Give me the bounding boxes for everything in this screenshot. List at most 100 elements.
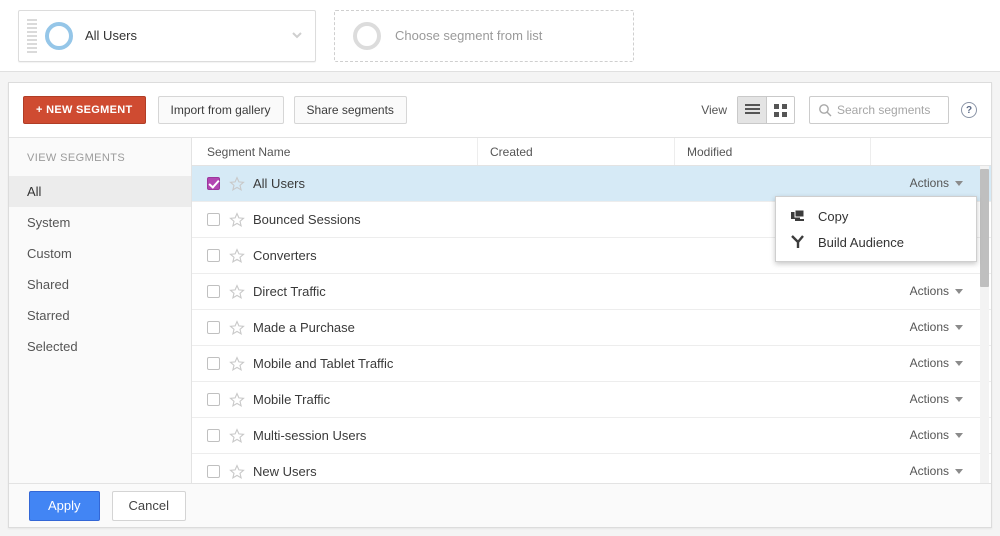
row-segment-name: Mobile Traffic — [253, 392, 331, 407]
column-header-segment-name: Segment Name — [207, 145, 291, 159]
star-icon[interactable] — [229, 319, 245, 336]
caret-down-icon — [955, 432, 963, 438]
table-row[interactable]: Made a Purchase Actions — [192, 310, 991, 346]
row-checkbox[interactable] — [207, 321, 220, 334]
new-segment-button[interactable]: + NEW SEGMENT — [23, 96, 146, 124]
column-header-actions — [870, 138, 991, 165]
row-checkbox[interactable] — [207, 429, 220, 442]
caret-down-icon — [955, 324, 963, 330]
caret-down-icon — [955, 360, 963, 366]
row-segment-name: Made a Purchase — [253, 320, 355, 335]
segment-ring-empty-icon — [353, 21, 381, 50]
row-segment-name: New Users — [253, 464, 317, 479]
segment-bar: All Users Choose segment from list — [0, 0, 1000, 72]
row-checkbox[interactable] — [207, 249, 220, 262]
sidebar-heading: VIEW SEGMENTS — [27, 152, 126, 164]
selected-segment-chip[interactable]: All Users — [18, 9, 316, 62]
column-header-created: Created — [477, 138, 674, 165]
sidebar-item-selected[interactable]: Selected — [9, 331, 191, 362]
sidebar-item-custom[interactable]: Custom — [9, 238, 191, 269]
table-row[interactable]: Mobile Traffic Actions — [192, 382, 991, 418]
panel-body: VIEW SEGMENTS All System Custom Shared S… — [9, 137, 991, 485]
caret-down-icon — [955, 288, 963, 294]
grid-view-icon[interactable] — [766, 97, 794, 123]
caret-down-icon — [955, 396, 963, 402]
table-row[interactable]: Direct Traffic Actions — [192, 274, 991, 310]
row-checkbox[interactable] — [207, 465, 220, 478]
row-segment-name: Direct Traffic — [253, 284, 326, 299]
row-actions-label: Actions — [909, 392, 949, 406]
table-row[interactable]: Mobile and Tablet Traffic Actions — [192, 346, 991, 382]
star-icon[interactable] — [229, 211, 245, 228]
row-actions-button[interactable]: Actions — [910, 176, 963, 190]
star-icon[interactable] — [229, 463, 245, 480]
row-actions-label: Actions — [909, 284, 949, 298]
star-icon[interactable] — [229, 175, 245, 192]
help-icon[interactable]: ? — [961, 102, 977, 118]
menu-item-copy-label: Copy — [818, 208, 849, 224]
row-segment-name: Converters — [253, 248, 317, 263]
row-segment-name: Bounced Sessions — [253, 212, 361, 227]
row-checkbox[interactable] — [207, 177, 220, 190]
table-rows: All Users Actions Bounced Sessions Conve… — [192, 166, 991, 485]
row-actions-button[interactable]: Actions — [910, 284, 963, 298]
star-icon[interactable] — [229, 355, 245, 372]
search-icon — [818, 103, 832, 117]
segment-ring-icon — [45, 21, 73, 50]
row-actions-button[interactable]: Actions — [910, 428, 963, 442]
row-actions-button[interactable]: Actions — [910, 464, 963, 478]
star-icon[interactable] — [229, 247, 245, 264]
share-segments-button[interactable]: Share segments — [293, 96, 407, 124]
chevron-down-icon[interactable] — [291, 29, 303, 41]
panel-footer: Apply Cancel — [9, 483, 991, 527]
star-icon[interactable] — [229, 391, 245, 408]
import-from-gallery-button[interactable]: Import from gallery — [157, 96, 284, 124]
row-actions-button[interactable]: Actions — [910, 392, 963, 406]
row-checkbox[interactable] — [207, 285, 220, 298]
row-segment-name: All Users — [253, 176, 306, 191]
menu-item-build-audience[interactable]: Build Audience — [776, 229, 976, 255]
row-actions-label: Actions — [909, 320, 949, 334]
choose-segment-chip[interactable]: Choose segment from list — [334, 9, 634, 62]
row-segment-name: Multi-session Users — [253, 428, 367, 443]
table-header-row: Segment Name Created Modified — [192, 138, 991, 166]
row-actions-label: Actions — [909, 464, 949, 478]
toolbar: + NEW SEGMENT Import from gallery Share … — [9, 83, 991, 137]
table-scrollbar[interactable] — [980, 166, 989, 485]
menu-item-copy[interactable]: Copy — [776, 203, 976, 229]
row-actions-label: Actions — [909, 176, 949, 190]
build-audience-icon — [790, 234, 806, 250]
sidebar-item-system[interactable]: System — [9, 207, 191, 238]
cancel-button[interactable]: Cancel — [111, 490, 186, 521]
table-row[interactable]: New Users Actions — [192, 454, 991, 485]
star-icon[interactable] — [229, 427, 245, 444]
selected-segment-label: All Users — [85, 28, 138, 43]
search-input[interactable] — [837, 103, 941, 117]
table-row[interactable]: Multi-session Users Actions — [192, 418, 991, 454]
apply-button[interactable]: Apply — [29, 490, 100, 521]
list-view-icon[interactable] — [738, 97, 766, 123]
caret-down-icon — [955, 468, 963, 474]
row-checkbox[interactable] — [207, 357, 220, 370]
row-actions-button[interactable]: Actions — [910, 356, 963, 370]
row-checkbox[interactable] — [207, 213, 220, 226]
toolbar-right-group: View ? — [701, 96, 977, 124]
row-actions-label: Actions — [909, 356, 949, 370]
row-actions-button[interactable]: Actions — [910, 320, 963, 334]
star-icon[interactable] — [229, 283, 245, 300]
row-segment-name: Mobile and Tablet Traffic — [253, 356, 394, 371]
menu-item-build-audience-label: Build Audience — [818, 234, 905, 250]
row-checkbox[interactable] — [207, 393, 220, 406]
actions-dropdown-menu[interactable]: Copy Build Audience — [775, 196, 977, 262]
search-segments-field[interactable] — [809, 96, 949, 124]
view-toggle-group — [737, 96, 795, 124]
sidebar-item-shared[interactable]: Shared — [9, 269, 191, 300]
column-header-modified: Modified — [674, 138, 870, 165]
segments-table: Segment Name Created Modified All Users — [192, 138, 991, 485]
scrollbar-thumb[interactable] — [980, 169, 989, 287]
caret-down-icon — [955, 180, 963, 186]
drag-handle-icon[interactable] — [27, 18, 37, 53]
sidebar-item-all[interactable]: All — [9, 176, 191, 207]
copy-icon — [790, 208, 806, 224]
sidebar-item-starred[interactable]: Starred — [9, 300, 191, 331]
